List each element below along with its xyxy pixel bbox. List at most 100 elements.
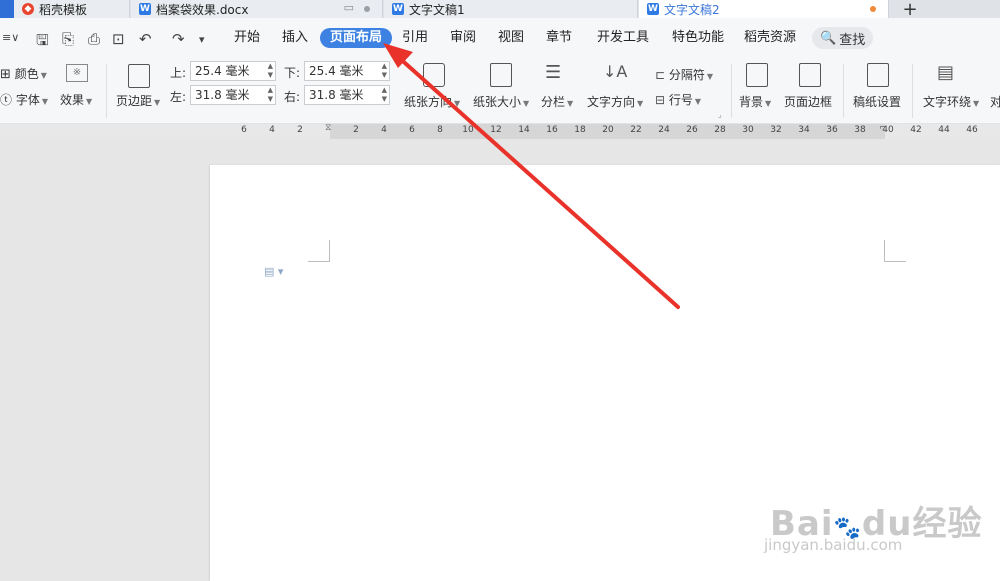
spinner-icon[interactable]: ▲ ▼ bbox=[382, 86, 387, 104]
ruler-tick-label: 36 bbox=[826, 125, 838, 135]
ruler-tick-label: 24 bbox=[658, 125, 670, 135]
text-direction-button[interactable]: 文字方向 ▼ bbox=[587, 93, 643, 110]
ruler-tick-label: 10 bbox=[462, 125, 474, 135]
menu-developer-tools[interactable]: 开发工具 bbox=[587, 28, 659, 48]
format-painter-icon[interactable]: ⎘ bbox=[62, 30, 74, 48]
page-margins-button[interactable]: 页边距 ▼ bbox=[116, 92, 160, 109]
dialog-launcher-icon[interactable]: ⌟ bbox=[718, 110, 722, 119]
watermark-url: jingyan.baidu.com bbox=[764, 536, 903, 554]
ruler-tick-label: 18 bbox=[574, 125, 586, 135]
color-grid-icon: ⊞ bbox=[0, 67, 11, 82]
manuscript-settings-button[interactable]: 稿纸设置 bbox=[853, 93, 901, 110]
page-border-label: 页面边框 bbox=[784, 95, 833, 109]
paper-size-button[interactable]: 纸张大小 ▼ bbox=[473, 93, 529, 110]
menu-page-layout[interactable]: 页面布局 bbox=[320, 28, 393, 48]
collapse-menu-icon[interactable]: ≡∨ bbox=[2, 31, 19, 44]
paragraph-menu-icon[interactable]: ▤ ▾ bbox=[264, 265, 283, 278]
paper-orientation-button[interactable]: 纸张方向 ▼ bbox=[404, 93, 460, 110]
right-indent-marker-icon[interactable]: ⌐ bbox=[879, 123, 887, 133]
tab-text-draft-2[interactable]: W 文字文稿2 bbox=[639, 0, 889, 18]
page-border-button[interactable]: 页面边框 bbox=[784, 93, 832, 110]
menu-references[interactable]: 引用 bbox=[392, 28, 438, 48]
unsaved-dot bbox=[870, 6, 876, 12]
tab-text-draft-1[interactable]: W 文字文稿1 bbox=[384, 0, 638, 18]
ruler-tick-label: 2 bbox=[353, 125, 359, 135]
paper-orientation-icon[interactable] bbox=[423, 63, 445, 87]
columns-button[interactable]: 分栏 ▼ bbox=[541, 93, 573, 110]
font-button[interactable]: ⓣ 字体 ▼ bbox=[0, 91, 48, 108]
undo-icon[interactable]: ↶ bbox=[139, 30, 152, 48]
left-margin-label: 左: bbox=[170, 90, 187, 104]
menu-chapter[interactable]: 章节 bbox=[536, 28, 582, 48]
effects-button[interactable]: 效果 ▼ bbox=[60, 91, 92, 108]
menu-home[interactable]: 开始 bbox=[224, 28, 270, 48]
redo-icon[interactable]: ↷ bbox=[172, 30, 185, 48]
spinner-icon[interactable]: ▲ ▼ bbox=[382, 62, 387, 80]
new-tab-button[interactable]: + bbox=[892, 0, 928, 20]
text-wrap-button[interactable]: 文字环绕 ▼ bbox=[923, 93, 979, 110]
text-wrap-label: 文字环绕 bbox=[923, 95, 972, 109]
menu-view[interactable]: 视图 bbox=[488, 28, 534, 48]
background-icon[interactable] bbox=[746, 63, 768, 87]
save-icon[interactable]: 🖫 bbox=[36, 30, 49, 55]
line-numbers-icon: ⊟ bbox=[655, 93, 666, 107]
bottom-margin-input[interactable]: 25.4 毫米 ▲ ▼ bbox=[304, 61, 390, 81]
manuscript-settings-label: 稿纸设置 bbox=[853, 95, 902, 109]
menu-special-features[interactable]: 特色功能 bbox=[662, 28, 734, 48]
monitor-icon[interactable]: ▭ bbox=[344, 1, 354, 14]
left-margin-value: 31.8 毫米 bbox=[195, 88, 250, 102]
line-numbers-label: 行号 bbox=[668, 93, 693, 107]
top-margin-input[interactable]: 25.4 毫米 ▲ ▼ bbox=[190, 61, 276, 81]
top-margin-value: 25.4 毫米 bbox=[195, 64, 250, 78]
effects-icon[interactable]: ※ bbox=[66, 64, 88, 82]
tab-label: 稻壳模板 bbox=[39, 2, 88, 17]
color-button[interactable]: ⊞ 颜色 ▼ bbox=[0, 65, 47, 82]
indent-marker-icon[interactable]: ⧖ bbox=[325, 123, 331, 133]
background-button[interactable]: 背景 ▼ bbox=[739, 93, 771, 110]
margin-corner-top-right bbox=[884, 240, 906, 262]
manuscript-settings-icon[interactable] bbox=[867, 63, 889, 87]
ribbon-divider bbox=[106, 64, 107, 118]
search-icon: 🔍 bbox=[820, 30, 837, 46]
right-margin-input[interactable]: 31.8 毫米 ▲ ▼ bbox=[304, 85, 390, 105]
align-button[interactable]: 对 bbox=[990, 93, 1000, 110]
color-label: 颜色 bbox=[14, 67, 39, 81]
margin-corner-top-left bbox=[308, 240, 330, 262]
breaks-button[interactable]: ⊏ 分隔符 ▼ bbox=[655, 66, 713, 83]
page-border-icon[interactable] bbox=[799, 63, 821, 87]
spinner-icon[interactable]: ▲ ▼ bbox=[268, 62, 273, 80]
tab-archive-bag[interactable]: W 档案袋效果.docx ▭ bbox=[131, 0, 383, 18]
menu-docer-resources[interactable]: 稻壳资源 bbox=[734, 28, 806, 48]
effects-label: 效果 bbox=[60, 93, 85, 107]
tab-label: 文字文稿1 bbox=[409, 2, 465, 17]
tab-label: 档案袋效果.docx bbox=[156, 2, 249, 17]
ruler-tick-label: 42 bbox=[910, 125, 922, 135]
breaks-icon: ⊏ bbox=[655, 68, 666, 82]
ruler-tick-label: 6 bbox=[241, 125, 247, 135]
print-icon[interactable]: ⎙ bbox=[88, 30, 100, 48]
line-numbers-button[interactable]: ⊟ 行号 ▼ bbox=[655, 91, 701, 108]
right-margin-value: 31.8 毫米 bbox=[309, 88, 364, 102]
font-label: 字体 bbox=[15, 93, 40, 107]
tab-label: 文字文稿2 bbox=[664, 2, 720, 17]
breaks-label: 分隔符 bbox=[668, 68, 705, 82]
menu-review[interactable]: 审阅 bbox=[440, 28, 486, 48]
text-direction-icon[interactable]: ↓A bbox=[603, 62, 627, 81]
columns-icon[interactable]: ☰ bbox=[545, 62, 561, 83]
menu-insert[interactable]: 插入 bbox=[272, 28, 318, 48]
left-margin-input[interactable]: 31.8 毫米 ▲ ▼ bbox=[190, 85, 276, 105]
ruler-tick-label: 20 bbox=[602, 125, 614, 135]
customize-toolbar-icon[interactable]: ▾ bbox=[199, 33, 205, 46]
search-button[interactable]: 🔍 查找 bbox=[812, 27, 874, 49]
page-margins-icon[interactable] bbox=[128, 64, 150, 88]
tab-docer-templates[interactable]: ◆ 稻壳模板 bbox=[14, 0, 130, 18]
print-preview-icon[interactable]: ⊡ bbox=[112, 30, 125, 48]
text-wrap-icon[interactable]: ▤ bbox=[937, 62, 954, 83]
ruler-tick-label: 28 bbox=[714, 125, 726, 135]
spinner-icon[interactable]: ▲ ▼ bbox=[268, 86, 273, 104]
home-tab-strip[interactable] bbox=[0, 0, 14, 18]
font-circle-icon: ⓣ bbox=[0, 93, 13, 107]
baidu-watermark: Bai🐾du经验 jingyan.baidu.com bbox=[764, 496, 982, 554]
paper-size-icon[interactable] bbox=[490, 63, 512, 87]
ruler-tick-label: 14 bbox=[518, 125, 530, 135]
